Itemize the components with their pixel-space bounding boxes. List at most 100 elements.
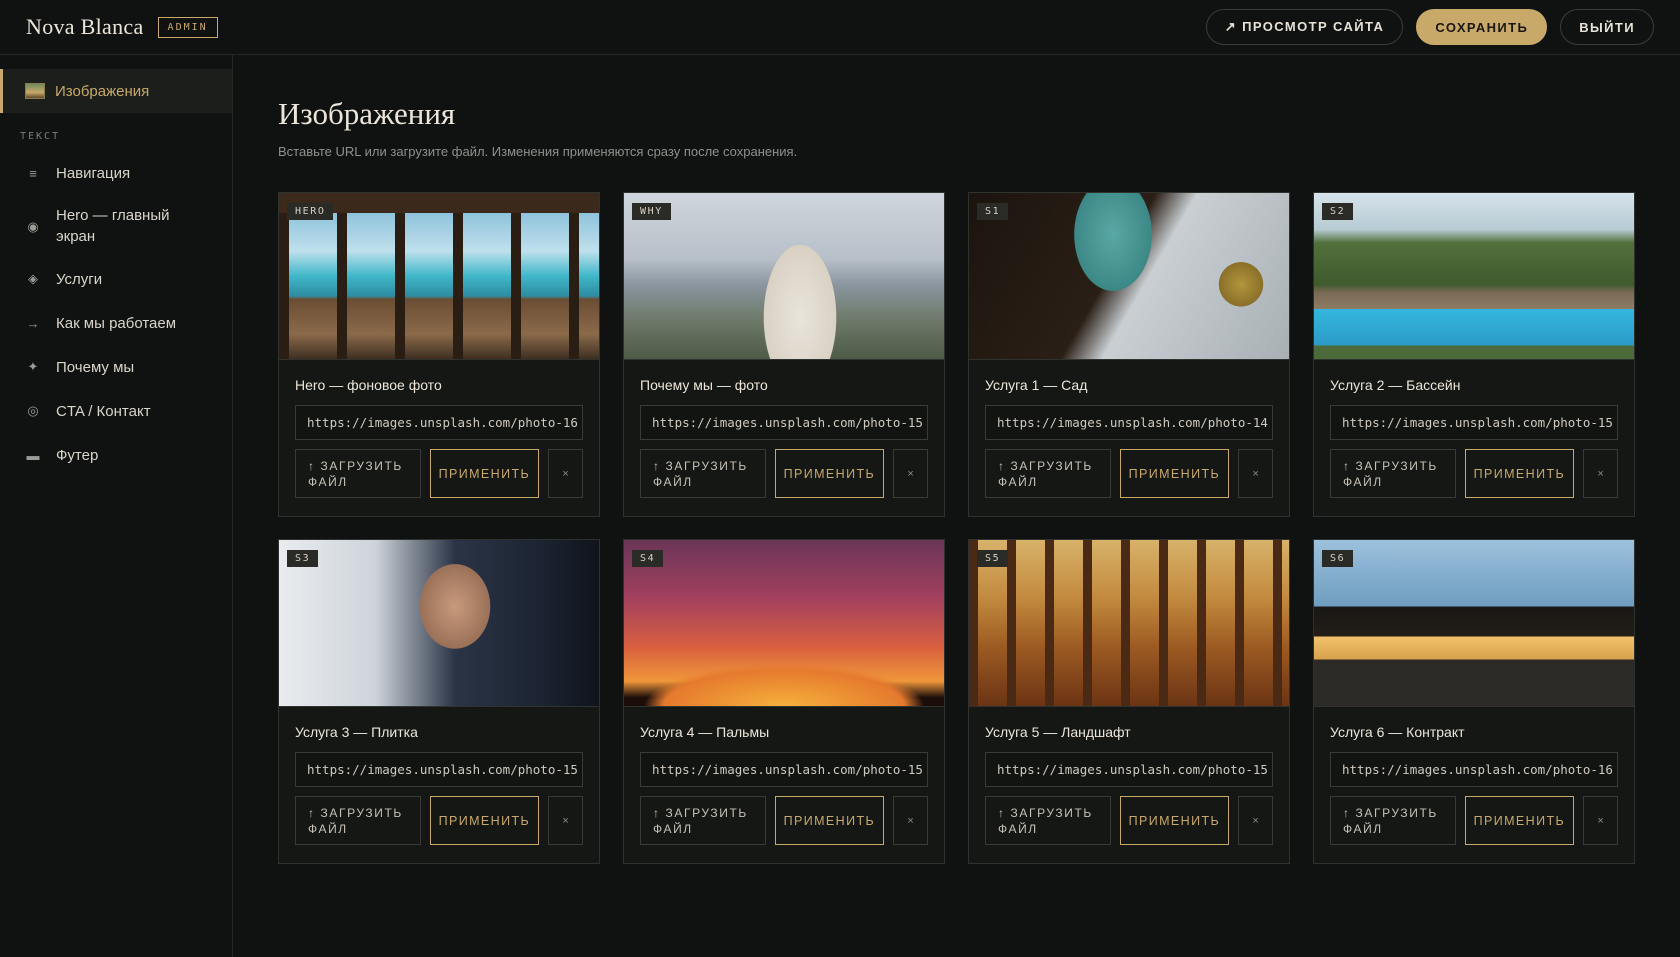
sidebar-item-footer[interactable]: ▬ Футер — [0, 433, 232, 477]
image-card-s4: S4 Услуга 4 — Пальмы https://images.unsp… — [623, 539, 945, 864]
card-tag: S5 — [977, 550, 1009, 567]
card-title: Услуга 3 — Плитка — [295, 724, 418, 740]
card-tag: S4 — [632, 550, 664, 567]
sidebar-item-how-we-work[interactable]: → Как мы работаем — [0, 301, 232, 345]
card-tag: S6 — [1322, 550, 1354, 567]
url-input[interactable]: https://images.unsplash.com/photo-16 — [1330, 752, 1618, 787]
clear-icon[interactable]: × — [1238, 449, 1273, 498]
diamond-icon: ◈ — [28, 271, 38, 286]
clear-icon[interactable]: × — [893, 796, 928, 845]
sidebar-item-cta-contact[interactable]: ◎ CTA / Контакт — [0, 389, 232, 433]
image-preview: S4 — [624, 540, 944, 707]
apply-button[interactable]: ПРИМЕНИТЬ — [1119, 796, 1230, 845]
upload-file-button[interactable]: ↑ ЗАГРУЗИТЬ ФАЙЛ — [640, 449, 766, 498]
menu-icon: ≡ — [29, 165, 37, 181]
url-value: https://images.unsplash.com/photo-15 — [997, 762, 1268, 777]
upload-file-button[interactable]: ↑ ЗАГРУЗИТЬ ФАЙЛ — [1330, 796, 1456, 845]
card-tag: WHY — [632, 203, 671, 220]
upload-file-button[interactable]: ↑ ЗАГРУЗИТЬ ФАЙЛ — [985, 449, 1111, 498]
url-input[interactable]: https://images.unsplash.com/photo-14 — [985, 405, 1273, 440]
upload-file-button[interactable]: ↑ ЗАГРУЗИТЬ ФАЙЛ — [295, 796, 421, 845]
view-site-button[interactable]: ↗ ПРОСМОТР САЙТА — [1205, 9, 1404, 45]
sparkle-icon: ✦ — [27, 359, 39, 374]
card-actions: ↑ ЗАГРУЗИТЬ ФАЙЛ ПРИМЕНИТЬ × — [640, 449, 928, 498]
url-value: https://images.unsplash.com/photo-15 — [1342, 415, 1613, 430]
upload-file-button[interactable]: ↑ ЗАГРУЗИТЬ ФАЙЛ — [295, 449, 421, 498]
clear-icon[interactable]: × — [1583, 796, 1618, 845]
card-tag: S2 — [1322, 203, 1354, 220]
image-preview: S3 — [279, 540, 599, 707]
card-tag: HERO — [287, 203, 334, 220]
sidebar-item-label: Навигация — [56, 164, 131, 182]
apply-button[interactable]: ПРИМЕНИТЬ — [774, 449, 885, 498]
card-title: Услуга 5 — Ландшафт — [985, 724, 1131, 740]
clear-icon[interactable]: × — [548, 796, 583, 845]
upload-file-button[interactable]: ↑ ЗАГРУЗИТЬ ФАЙЛ — [985, 796, 1111, 845]
sidebar-item-hero[interactable]: ◉ Hero — главный экран — [0, 195, 232, 257]
card-actions: ↑ ЗАГРУЗИТЬ ФАЙЛ ПРИМЕНИТЬ × — [1330, 796, 1618, 845]
card-actions: ↑ ЗАГРУЗИТЬ ФАЙЛ ПРИМЕНИТЬ × — [1330, 449, 1618, 498]
image-preview: S1 — [969, 193, 1289, 360]
apply-button[interactable]: ПРИМЕНИТЬ — [1464, 796, 1575, 845]
sidebar-item-label: Изображения — [55, 82, 150, 100]
card-title: Услуга 2 — Бассейн — [1330, 377, 1461, 393]
card-tag: S3 — [287, 550, 319, 567]
card-title: Услуга 4 — Пальмы — [640, 724, 770, 740]
image-preview: WHY — [624, 193, 944, 360]
sidebar-item-label: Услуги — [56, 270, 103, 288]
image-preview: S5 — [969, 540, 1289, 707]
card-title: Услуга 1 — Сад — [985, 377, 1088, 393]
url-value: https://images.unsplash.com/photo-16 — [307, 415, 578, 430]
url-input[interactable]: https://images.unsplash.com/photo-15 — [640, 752, 928, 787]
image-preview: S2 — [1314, 193, 1634, 360]
apply-button[interactable]: ПРИМЕНИТЬ — [1464, 449, 1575, 498]
bar-icon: ▬ — [26, 447, 40, 463]
sidebar-item-images[interactable]: Изображения — [0, 69, 232, 113]
apply-button[interactable]: ПРИМЕНИТЬ — [429, 449, 540, 498]
clear-icon[interactable]: × — [1583, 449, 1618, 498]
page-subtitle: Вставьте URL или загрузите файл. Изменен… — [278, 144, 798, 159]
apply-button[interactable]: ПРИМЕНИТЬ — [774, 796, 885, 845]
clear-icon[interactable]: × — [548, 449, 583, 498]
image-card-s5: S5 Услуга 5 — Ландшафт https://images.un… — [968, 539, 1290, 864]
upload-file-button[interactable]: ↑ ЗАГРУЗИТЬ ФАЙЛ — [1330, 449, 1456, 498]
url-input[interactable]: https://images.unsplash.com/photo-15 — [985, 752, 1273, 787]
apply-button[interactable]: ПРИМЕНИТЬ — [1119, 449, 1230, 498]
card-actions: ↑ ЗАГРУЗИТЬ ФАЙЛ ПРИМЕНИТЬ × — [985, 449, 1273, 498]
url-input[interactable]: https://images.unsplash.com/photo-16 — [295, 405, 583, 440]
sidebar-item-why-us[interactable]: ✦ Почему мы — [0, 345, 232, 389]
card-actions: ↑ ЗАГРУЗИТЬ ФАЙЛ ПРИМЕНИТЬ × — [640, 796, 928, 845]
upload-file-button[interactable]: ↑ ЗАГРУЗИТЬ ФАЙЛ — [640, 796, 766, 845]
sidebar-item-services[interactable]: ◈ Услуги — [0, 257, 232, 301]
card-actions: ↑ ЗАГРУЗИТЬ ФАЙЛ ПРИМЕНИТЬ × — [295, 449, 583, 498]
card-actions: ↑ ЗАГРУЗИТЬ ФАЙЛ ПРИМЕНИТЬ × — [985, 796, 1273, 845]
clear-icon[interactable]: × — [1238, 796, 1273, 845]
main-content: Изображения Вставьте URL или загрузите ф… — [278, 55, 1638, 864]
sidebar-item-label: Hero — главный экран — [56, 207, 170, 245]
url-value: https://images.unsplash.com/photo-14 — [997, 415, 1268, 430]
brand-logo: Nova Blanca — [26, 14, 144, 39]
url-input[interactable]: https://images.unsplash.com/photo-15 — [640, 405, 928, 440]
image-preview: S6 — [1314, 540, 1634, 707]
save-button[interactable]: СОХРАНИТЬ — [1416, 9, 1548, 45]
image-card-why: WHY Почему мы — фото https://images.unsp… — [623, 192, 945, 517]
image-card-s1: S1 Услуга 1 — Сад https://images.unsplas… — [968, 192, 1290, 517]
url-value: https://images.unsplash.com/photo-15 — [307, 762, 578, 777]
apply-button[interactable]: ПРИМЕНИТЬ — [429, 796, 540, 845]
arrow-right-icon: → — [26, 315, 40, 331]
admin-badge: ADMIN — [157, 16, 218, 38]
circle-icon: ◎ — [27, 403, 39, 418]
image-card-s2: S2 Услуга 2 — Бассейн https://images.uns… — [1313, 192, 1635, 517]
clear-icon[interactable]: × — [893, 449, 928, 498]
card-title: Hero — фоновое фото — [295, 377, 442, 393]
header-actions: ↗ ПРОСМОТР САЙТА СОХРАНИТЬ ВЫЙТИ — [1205, 9, 1654, 45]
url-value: https://images.unsplash.com/photo-16 — [1342, 762, 1613, 777]
url-input[interactable]: https://images.unsplash.com/photo-15 — [1330, 405, 1618, 440]
sidebar: Изображения ТЕКСТ ≡ Навигация ◉ Hero — г… — [0, 55, 233, 957]
url-input[interactable]: https://images.unsplash.com/photo-15 — [295, 752, 583, 787]
sidebar-item-navigation[interactable]: ≡ Навигация — [0, 151, 232, 195]
image-icon — [25, 83, 45, 99]
target-icon: ◉ — [27, 218, 39, 234]
logout-button[interactable]: ВЫЙТИ — [1560, 9, 1654, 45]
card-tag: S1 — [977, 203, 1009, 220]
